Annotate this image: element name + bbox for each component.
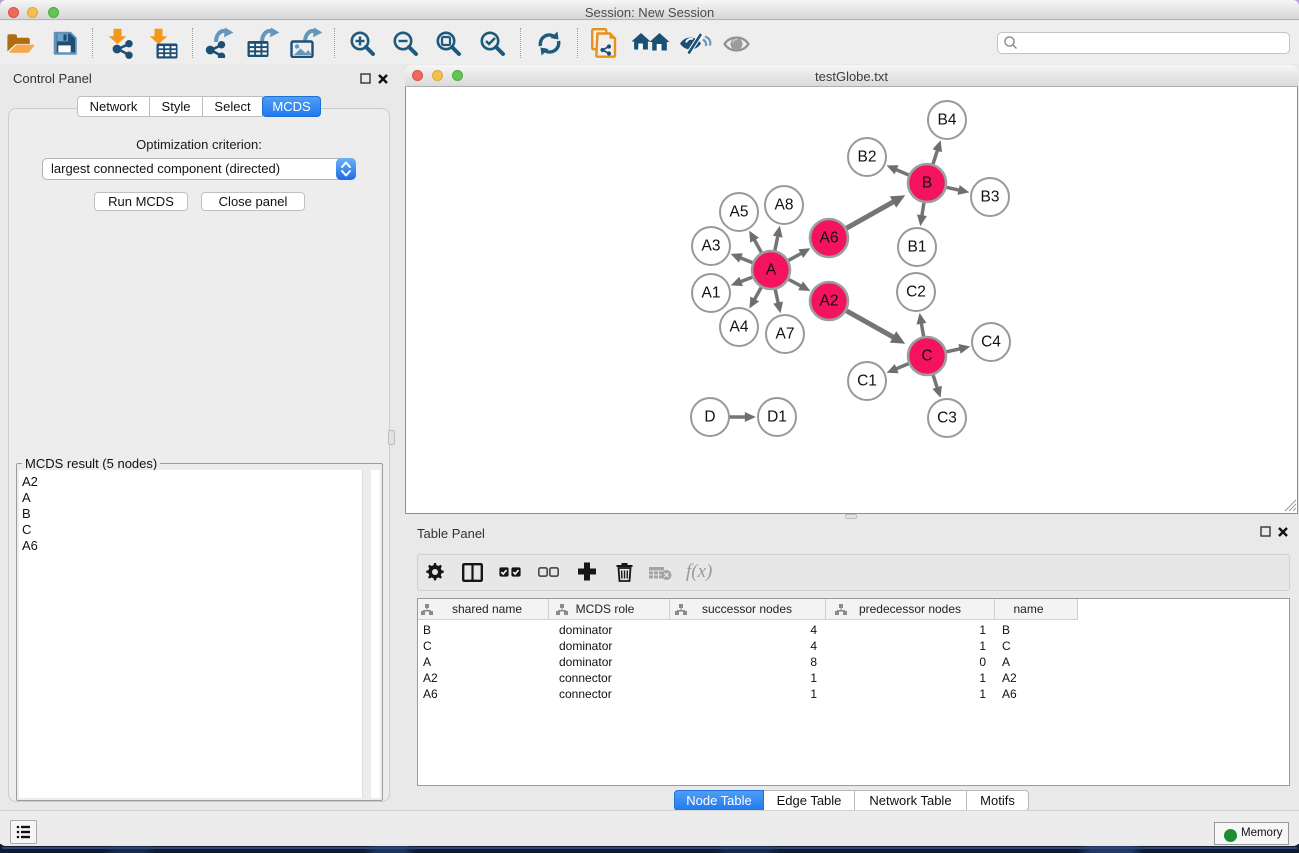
svg-text:A4: A4 <box>730 319 749 336</box>
svg-text:A6: A6 <box>820 230 839 247</box>
svg-text:A: A <box>766 262 777 279</box>
svg-text:B: B <box>922 175 932 192</box>
svg-text:C2: C2 <box>906 284 926 301</box>
svg-text:D: D <box>704 409 715 426</box>
svg-text:B1: B1 <box>908 239 927 256</box>
svg-text:C3: C3 <box>937 410 957 427</box>
svg-text:A1: A1 <box>702 285 721 302</box>
svg-text:D1: D1 <box>767 409 787 426</box>
svg-text:A3: A3 <box>702 238 721 255</box>
svg-text:A7: A7 <box>776 326 795 343</box>
svg-text:A8: A8 <box>775 197 794 214</box>
svg-text:B3: B3 <box>981 189 1000 206</box>
svg-text:B2: B2 <box>858 149 877 166</box>
svg-text:B4: B4 <box>938 112 957 129</box>
svg-text:C: C <box>921 348 932 365</box>
svg-text:C4: C4 <box>981 334 1001 351</box>
svg-text:A2: A2 <box>820 293 839 310</box>
svg-text:C1: C1 <box>857 373 877 390</box>
svg-text:A5: A5 <box>730 204 749 221</box>
